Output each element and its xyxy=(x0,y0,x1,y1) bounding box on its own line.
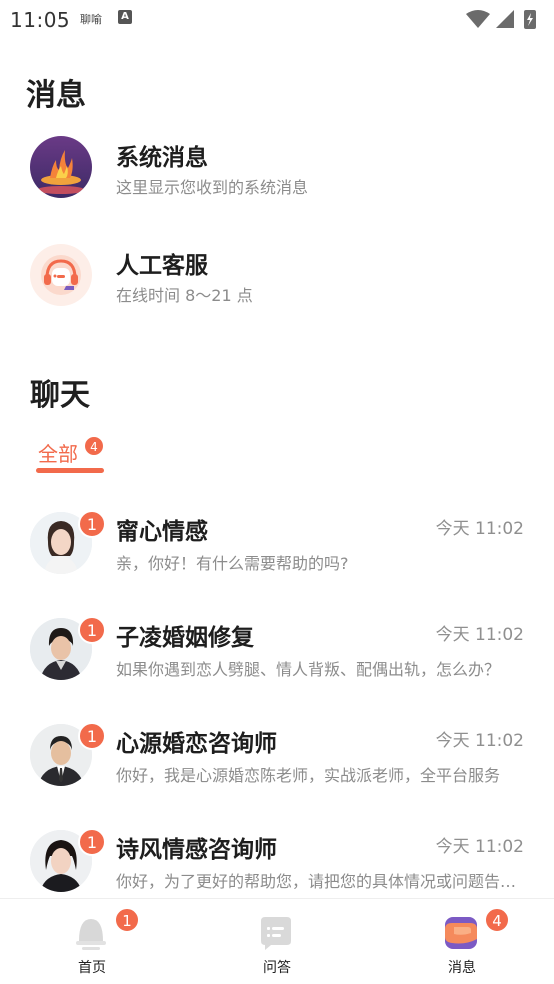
nav-home-badge: 1 xyxy=(114,907,140,933)
tab-all[interactable]: 全部 4 xyxy=(36,436,116,476)
chat-name: 心源婚恋咨询师 xyxy=(116,731,277,757)
system-messages-subtitle: 这里显示您收到的系统消息 xyxy=(116,178,309,197)
chat-name: 诗风情感咨询师 xyxy=(116,837,277,863)
nav-home[interactable]: 1 首页 xyxy=(32,899,152,984)
status-a-icon: A xyxy=(118,10,132,24)
chat-message-preview: 你好，我是心源婚恋陈老师，实战派老师，全平台服务 xyxy=(116,766,501,785)
tab-all-label: 全部 xyxy=(38,442,78,466)
flame-logo-icon xyxy=(30,136,92,198)
wifi-icon xyxy=(466,10,490,28)
chat-time: 今天 11:02 xyxy=(435,519,524,539)
chat-time: 今天 11:02 xyxy=(435,837,524,857)
home-bell-icon xyxy=(76,919,106,950)
nav-qa[interactable]: 问答 xyxy=(217,899,337,984)
tab-all-count-badge: 4 xyxy=(84,436,104,456)
chat-title: 聊天 xyxy=(30,378,90,413)
chat-name: 子凌婚姻修复 xyxy=(116,625,254,651)
nav-qa-label: 问答 xyxy=(263,960,291,976)
signal-icon xyxy=(496,10,514,28)
chat-message-preview: 如果你遇到恋人劈腿、情人背叛、配偶出轨，怎么办？ xyxy=(116,660,501,679)
unread-badge: 1 xyxy=(78,616,106,644)
customer-service-title: 人工客服 xyxy=(116,253,208,279)
chat-message-preview: 你好，为了更好的帮助您，请把您的具体情况或问题告诉我 xyxy=(116,872,522,891)
system-messages-item[interactable]: 系统消息 这里显示您收到的系统消息 xyxy=(0,136,554,226)
nav-home-label: 首页 xyxy=(78,960,106,976)
customer-service-subtitle: 在线时间 8～21 点 xyxy=(116,286,253,305)
nav-messages-label: 消息 xyxy=(448,960,476,976)
chat-list-item[interactable]: 1 心源婚恋咨询师 今天 11:02 你好，我是心源婚恋陈老师，实战派老师，全平… xyxy=(0,722,554,824)
bottom-nav: 1 首页 问答 4 消息 xyxy=(0,898,554,984)
system-messages-title: 系统消息 xyxy=(116,145,208,171)
chat-time: 今天 11:02 xyxy=(435,625,524,645)
customer-service-item[interactable]: 人工客服 在线时间 8～21 点 xyxy=(0,244,554,334)
status-indicators xyxy=(466,10,536,29)
chat-name: 甯心情感 xyxy=(116,519,208,545)
message-icon xyxy=(445,917,477,949)
headset-icon xyxy=(30,244,92,306)
messages-title: 消息 xyxy=(26,78,86,113)
tab-underline xyxy=(36,468,104,473)
nav-messages[interactable]: 4 消息 xyxy=(402,899,522,984)
chat-time: 今天 11:02 xyxy=(435,731,524,751)
status-carrier: 聊喻 xyxy=(80,13,102,26)
chat-list-item[interactable]: 1 甯心情感 今天 11:02 亲，你好！有什么需要帮助的吗? xyxy=(0,510,554,612)
unread-badge: 1 xyxy=(78,722,106,750)
unread-badge: 1 xyxy=(78,510,106,538)
status-time: 11:05 xyxy=(10,8,71,32)
chat-bubble-icon xyxy=(261,917,291,950)
status-bar: 11:05 聊喻 A xyxy=(0,0,554,38)
chat-list-item[interactable]: 1 子凌婚姻修复 今天 11:02 如果你遇到恋人劈腿、情人背叛、配偶出轨，怎么… xyxy=(0,616,554,718)
unread-badge: 1 xyxy=(78,828,106,856)
nav-messages-badge: 4 xyxy=(484,907,510,933)
chat-message-preview: 亲，你好！有什么需要帮助的吗? xyxy=(116,554,349,573)
